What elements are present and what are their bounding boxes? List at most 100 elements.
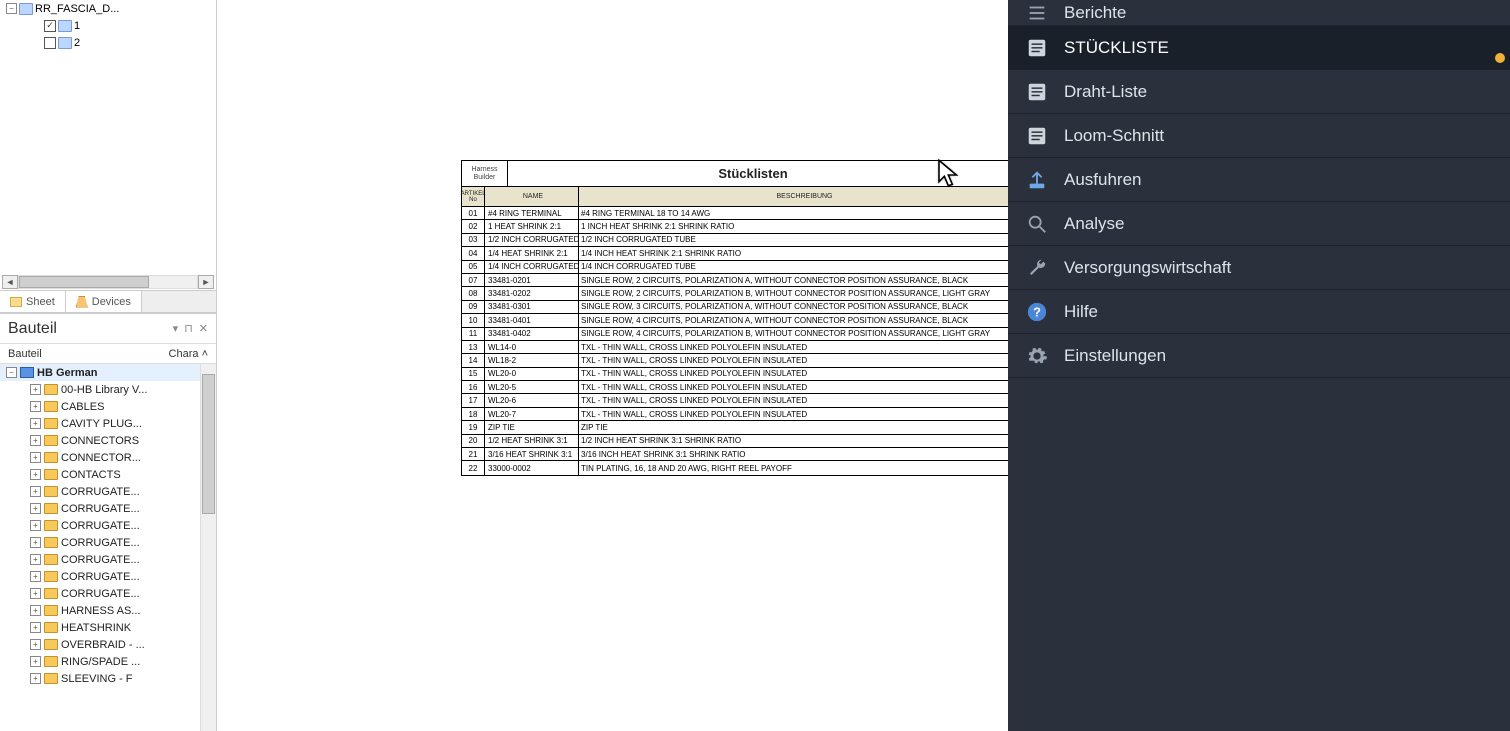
expand-icon[interactable]: + (30, 384, 41, 395)
list-icon (1026, 125, 1048, 147)
cell-no: 03 (462, 234, 485, 246)
sidebar-item-ausfuhren[interactable]: Ausfuhren (1008, 158, 1510, 202)
sidebar-item-versorgungswirtschaft[interactable]: Versorgungswirtschaft (1008, 246, 1510, 290)
cell-desc: #4 RING TERMINAL 18 TO 14 AWG (579, 207, 1008, 219)
col-bauteil[interactable]: Bauteil (8, 348, 42, 360)
expand-icon[interactable]: + (30, 605, 41, 616)
cell-no: 15 (462, 368, 485, 380)
expand-icon[interactable]: + (30, 520, 41, 531)
lib-item-row[interactable]: +CORRUGATE... (0, 483, 216, 500)
folder-icon (44, 537, 58, 548)
sidebar-item-label: Berichte (1064, 3, 1126, 23)
lib-item-row[interactable]: +SLEEVING - F (0, 670, 216, 687)
folder-icon (44, 639, 58, 650)
zuken-logo: ZUKEN. (998, 161, 1008, 186)
expand-icon[interactable]: + (30, 452, 41, 463)
sidebar-item-analyse[interactable]: Analyse (1008, 202, 1510, 246)
lib-item-label: CABLES (61, 401, 104, 413)
page-icon (58, 37, 72, 49)
lib-item-row[interactable]: +CORRUGATE... (0, 585, 216, 602)
cell-desc: SINGLE ROW, 4 CIRCUITS, POLARIZATION B, … (579, 328, 1008, 340)
scroll-right-icon[interactable]: ► (198, 275, 214, 289)
lib-item-row[interactable]: +CORRUGATE... (0, 551, 216, 568)
expand-icon[interactable]: + (30, 571, 41, 582)
table-row: 15WL20-0TXL - THIN WALL, CROSS LINKED PO… (462, 368, 1008, 381)
lib-item-row[interactable]: + OVERBRAID - ... (0, 636, 216, 653)
cell-name: 33481-0301 (485, 301, 579, 313)
tree-child-row[interactable]: 2 (0, 34, 216, 51)
lib-item-row[interactable]: +CORRUGATE... (0, 534, 216, 551)
dropdown-icon[interactable]: ▾ (173, 322, 179, 335)
col-chara[interactable]: Chara ˄ (169, 348, 208, 360)
lib-item-row[interactable]: +CAVITY PLUG... (0, 415, 216, 432)
tab-sheet[interactable]: Sheet (0, 291, 66, 312)
lib-item-row[interactable]: + CABLES (0, 398, 216, 415)
library-vscroll[interactable] (200, 364, 216, 731)
cell-no: 21 (462, 448, 485, 460)
lib-item-row[interactable]: +HARNESS AS... (0, 602, 216, 619)
tab-devices[interactable]: Devices (66, 291, 142, 312)
cell-desc: SINGLE ROW, 4 CIRCUITS, POLARIZATION A, … (579, 314, 1008, 326)
collapse-icon[interactable]: − (6, 3, 17, 14)
tree-child-row[interactable]: 1 (0, 17, 216, 34)
lib-item-row[interactable]: +CONNECTORS (0, 432, 216, 449)
vscroll-thumb[interactable] (202, 374, 215, 514)
scroll-left-icon[interactable]: ◄ (2, 275, 18, 289)
document-viewport[interactable]: Harness Builder Stücklisten ZUKEN. ARTIK… (217, 0, 1008, 731)
lib-item-row[interactable]: +CORRUGATE... (0, 568, 216, 585)
list-icon (1026, 37, 1048, 59)
cell-no: 18 (462, 408, 485, 420)
expand-icon[interactable]: + (30, 656, 41, 667)
table-row: 051/4 INCH CORRUGATED FLEXTUBE1/4 INCH C… (462, 261, 1008, 274)
tree-hscroll[interactable]: ◄ ► (2, 274, 214, 290)
expand-icon[interactable]: + (30, 554, 41, 565)
library-tree[interactable]: − HB German +00-HB Library V...+CABLES+C… (0, 364, 216, 731)
sidebar-item-st-ckliste[interactable]: STÜCKLISTE (1008, 26, 1510, 70)
table-row: 01#4 RING TERMINAL#4 RING TERMINAL 18 TO… (462, 207, 1008, 220)
sidebar-item-hilfe[interactable]: ?Hilfe (1008, 290, 1510, 334)
cell-name: WL18-2 (485, 354, 579, 366)
expand-icon[interactable]: + (30, 418, 41, 429)
expand-icon[interactable]: + (30, 537, 41, 548)
sidebar-item-label: STÜCKLISTE (1064, 38, 1169, 58)
lib-item-row[interactable]: +CORRUGATE... (0, 500, 216, 517)
expand-icon[interactable]: + (30, 503, 41, 514)
lib-item-label: OVERBRAID - ... (61, 639, 145, 651)
sidebar-item-draht-liste[interactable]: Draht-Liste (1008, 70, 1510, 114)
expand-icon[interactable]: + (30, 486, 41, 497)
scroll-thumb[interactable] (19, 276, 149, 288)
table-row: 0933481-0301SINGLE ROW, 3 CIRCUITS, POLA… (462, 301, 1008, 314)
pin-icon[interactable]: ⊓ (184, 322, 193, 335)
lib-item-row[interactable]: + CORRUGATE... (0, 517, 216, 534)
expand-icon[interactable]: + (30, 588, 41, 599)
sidebar-item-loom-schnitt[interactable]: Loom-Schnitt (1008, 114, 1510, 158)
lib-root-row[interactable]: − HB German (0, 364, 216, 381)
sidebar-item-einstellungen[interactable]: Einstellungen (1008, 334, 1510, 378)
lib-item-row[interactable]: +RING/SPADE ... (0, 653, 216, 670)
lib-item-row[interactable]: + CONNECTOR... (0, 449, 216, 466)
collapse-icon[interactable]: − (6, 367, 17, 378)
expand-icon[interactable]: + (30, 435, 41, 446)
sidebar-item-berichte[interactable]: Berichte (1008, 0, 1510, 26)
expand-icon[interactable]: + (30, 469, 41, 480)
tree-child-label: 1 (74, 20, 80, 32)
doc-header: Harness Builder Stücklisten ZUKEN. (462, 161, 1008, 187)
cell-desc: 1/4 INCH CORRUGATED TUBE (579, 261, 1008, 273)
expand-icon[interactable]: + (30, 622, 41, 633)
expand-icon[interactable]: + (30, 673, 41, 684)
lib-item-label: CORRUGATE... (61, 520, 140, 532)
scroll-track[interactable] (18, 275, 198, 289)
lib-item-row[interactable]: +HEATSHRINK (0, 619, 216, 636)
checkbox[interactable] (44, 20, 56, 32)
table-row: 0733481-0201SINGLE ROW, 2 CIRCUITS, POLA… (462, 274, 1008, 287)
expand-icon[interactable]: + (30, 639, 41, 650)
folder-icon (44, 418, 58, 429)
checkbox[interactable] (44, 37, 56, 49)
expand-icon[interactable]: + (30, 401, 41, 412)
close-icon[interactable]: ✕ (199, 322, 208, 335)
lib-item-row[interactable]: +00-HB Library V... (0, 381, 216, 398)
lib-item-row[interactable]: +CONTACTS (0, 466, 216, 483)
folder-icon (44, 554, 58, 565)
lib-item-label: CONNECTOR... (61, 452, 141, 464)
tree-root-row[interactable]: − RR_FASCIA_D... (0, 0, 216, 17)
